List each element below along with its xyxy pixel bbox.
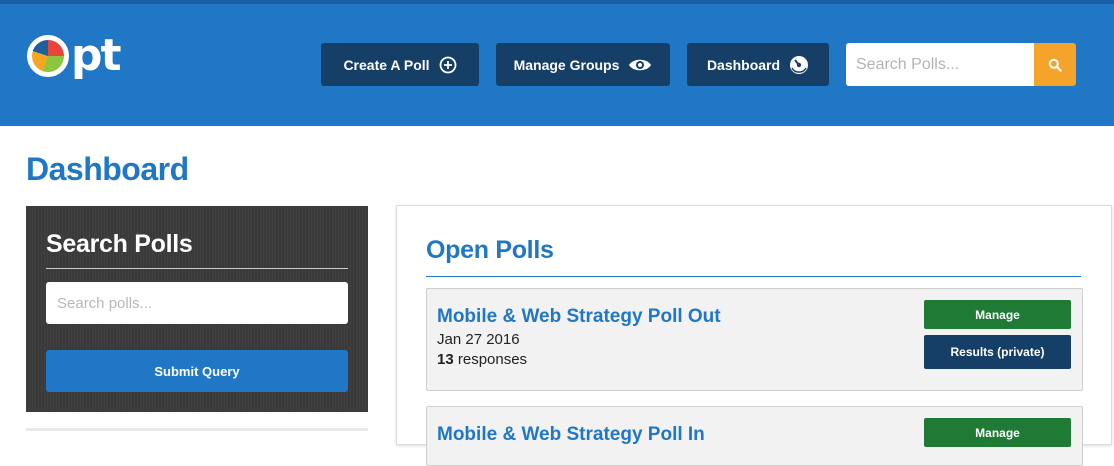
results-private-button[interactable]: Results (private) [924, 335, 1071, 369]
manage-button[interactable]: Manage [924, 418, 1071, 447]
divider [426, 276, 1081, 277]
poll-responses: 13 responses [437, 351, 527, 368]
response-count: 13 [437, 351, 454, 368]
poll-title-link[interactable]: Mobile & Web Strategy Poll In [437, 424, 705, 446]
manage-button[interactable]: Manage [924, 300, 1071, 329]
create-poll-label: Create A Poll [343, 56, 430, 73]
page-title: Dashboard [26, 151, 189, 187]
manage-groups-label: Manage Groups [513, 56, 620, 73]
dashboard-gauge-icon [790, 55, 809, 74]
poll-card: Mobile & Web Strategy Poll Out Jan 27 20… [426, 288, 1083, 391]
header-search-button[interactable] [1034, 43, 1076, 86]
search-polls-panel: Search Polls Submit Query [26, 206, 368, 412]
search-polls-heading: Search Polls [46, 230, 193, 258]
eye-icon [629, 59, 652, 70]
top-navbar: pt Create A Poll Manage Groups Dashboard [0, 0, 1114, 126]
divider [46, 268, 348, 269]
dashboard-label: Dashboard [706, 56, 781, 73]
logo-text: pt [71, 30, 122, 81]
plus-circle-icon [439, 56, 456, 73]
open-polls-heading: Open Polls [426, 236, 554, 264]
manage-groups-button[interactable]: Manage Groups [496, 43, 670, 86]
open-polls-panel: Open Polls Mobile & Web Strategy Poll Ou… [396, 205, 1112, 466]
header-search-input[interactable] [846, 43, 1034, 86]
dashboard-button[interactable]: Dashboard [687, 43, 829, 86]
poll-date: Jan 27 2016 [437, 331, 520, 348]
submit-query-button[interactable]: Submit Query [46, 350, 348, 392]
search-icon [1048, 58, 1062, 72]
create-poll-button[interactable]: Create A Poll [321, 43, 479, 86]
opt-logo[interactable]: pt [27, 30, 122, 81]
pie-chart-logo-icon [27, 35, 69, 77]
poll-card: Mobile & Web Strategy Poll In Manage [426, 406, 1083, 466]
poll-title-link[interactable]: Mobile & Web Strategy Poll Out [437, 306, 721, 328]
response-suffix: responses [453, 351, 528, 368]
header-search [846, 43, 1076, 86]
search-polls-input[interactable] [46, 282, 348, 324]
